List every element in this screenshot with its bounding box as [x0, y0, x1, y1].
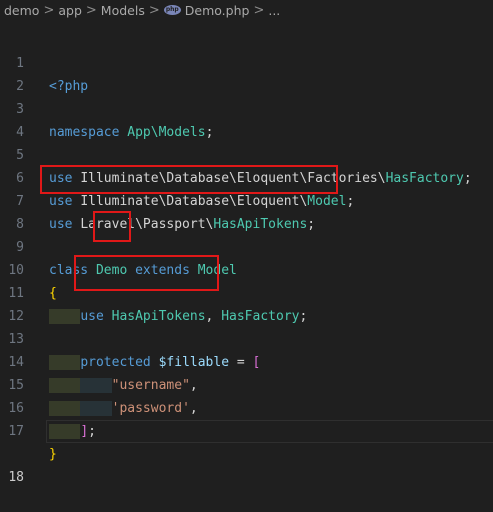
breadcrumb-item-more[interactable]: ... — [268, 3, 280, 18]
chevron-right-icon: > — [85, 2, 97, 18]
breadcrumb-item-demo[interactable]: demo — [4, 3, 39, 18]
code-line[interactable]: 13 protected $fillable = [ — [0, 305, 493, 370]
annotation-box-class-demo — [93, 211, 131, 242]
chevron-right-icon: > — [148, 2, 160, 18]
code-line[interactable]: 5 use Illuminate\Database\Eloquent\Facto… — [0, 121, 493, 186]
code-line-current[interactable]: 18 — [0, 420, 493, 485]
code-line[interactable]: 1 <?php — [0, 29, 493, 94]
annotation-box-import-hasapitokens — [40, 165, 338, 194]
code-editor[interactable]: 1 <?php 2 3 namespace App\Models; 4 5 us… — [0, 29, 493, 485]
code-line[interactable]: 17 } — [0, 397, 493, 462]
close-brace: } — [49, 447, 57, 462]
code-line[interactable]: 2 — [0, 52, 493, 94]
code-line[interactable]: 6 use Illuminate\Database\Eloquent\Model… — [0, 144, 493, 209]
code-line[interactable]: 3 namespace App\Models; — [0, 75, 493, 140]
chevron-right-icon: > — [43, 2, 55, 18]
code-line[interactable]: 9 class Demo extends Model — [0, 213, 493, 278]
code-line[interactable]: 4 — [0, 98, 493, 140]
breadcrumb-item-models[interactable]: Models — [101, 3, 145, 18]
breadcrumb-item-app[interactable]: app — [58, 3, 82, 18]
breadcrumb-item-demo-php[interactable]: Demo.php — [185, 3, 250, 18]
breadcrumb: demo > app > Models > php Demo.php > ... — [0, 0, 493, 20]
chevron-right-icon: > — [253, 2, 265, 18]
php-file-icon: php — [163, 5, 181, 15]
line-number: 18 — [8, 470, 24, 485]
annotation-box-trait-use — [74, 255, 219, 291]
code-line[interactable]: 16 ]; — [0, 374, 493, 439]
code-line[interactable]: 15 'password', — [0, 351, 493, 416]
current-line-highlight — [46, 420, 493, 443]
code-line[interactable]: 14 "username", — [0, 328, 493, 393]
